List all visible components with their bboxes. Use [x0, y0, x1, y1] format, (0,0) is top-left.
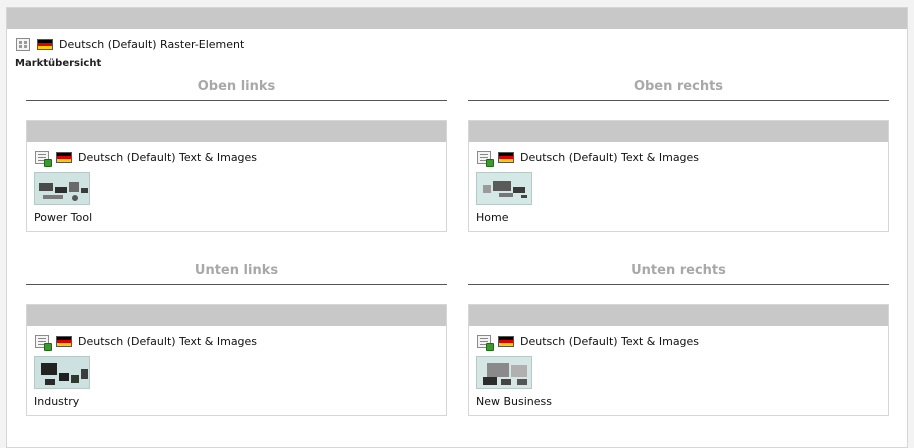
content-thumbnail[interactable]: [476, 172, 532, 205]
language-label: Deutsch (Default) Text & Images: [520, 151, 700, 164]
page-text-image-icon[interactable]: [477, 335, 494, 351]
flag-de-icon: [37, 38, 53, 50]
page-text-image-icon[interactable]: [35, 151, 52, 167]
column-oben-rechts: Oben rechts: [468, 77, 889, 101]
grid-element-row[interactable]: Deutsch (Default) Raster-Element: [16, 37, 244, 51]
language-label: Deutsch (Default) Text & Images: [78, 335, 258, 348]
content-header-bar: [469, 121, 888, 142]
flag-de-icon: [498, 152, 514, 163]
flag-de-icon: [56, 152, 72, 163]
content-element-row[interactable]: Deutsch (Default) Text & Images: [35, 335, 258, 351]
content-box-oben-links: Deutsch (Default) Text & Images Power To…: [26, 120, 447, 232]
page-text-image-icon[interactable]: [35, 335, 52, 351]
panel-header-bar: [7, 8, 907, 29]
language-label: Deutsch (Default) Raster-Element: [59, 37, 245, 51]
thumbnail-caption: Power Tool: [34, 211, 93, 224]
column-oben-links: Oben links: [26, 77, 447, 101]
content-header-bar: [27, 305, 446, 326]
column-unten-links: Unten links: [26, 261, 447, 285]
content-header-bar: [469, 305, 888, 326]
column-heading: Oben rechts: [633, 79, 724, 94]
language-label: Deutsch (Default) Text & Images: [520, 335, 700, 348]
column-divider: [26, 284, 447, 285]
flag-de-icon: [498, 336, 514, 347]
page-text-image-icon[interactable]: [477, 151, 494, 167]
column-unten-rechts: Unten rechts: [468, 261, 889, 285]
column-heading: Oben links: [197, 79, 276, 94]
content-element-row[interactable]: Deutsch (Default) Text & Images: [477, 335, 700, 351]
content-box-oben-rechts: Deutsch (Default) Text & Images Home: [468, 120, 889, 232]
content-element-row[interactable]: Deutsch (Default) Text & Images: [35, 151, 258, 167]
element-title: Marktübersicht: [15, 58, 102, 69]
content-thumbnail[interactable]: [34, 356, 90, 389]
column-heading: Unten rechts: [631, 263, 726, 278]
content-header-bar: [27, 121, 446, 142]
column-divider: [26, 100, 447, 101]
thumbnail-caption: Industry: [34, 395, 80, 408]
content-thumbnail[interactable]: [476, 356, 532, 389]
column-divider: [468, 284, 889, 285]
content-element-row[interactable]: Deutsch (Default) Text & Images: [477, 151, 700, 167]
page-grid-icon[interactable]: [16, 37, 30, 51]
column-divider: [468, 100, 889, 101]
language-label: Deutsch (Default) Text & Images: [78, 151, 258, 164]
content-box-unten-links: Deutsch (Default) Text & Images Industry: [26, 304, 447, 416]
column-heading: Unten links: [194, 263, 279, 278]
thumbnail-caption: Home: [476, 211, 509, 224]
flag-de-icon: [56, 336, 72, 347]
thumbnail-caption: New Business: [476, 395, 552, 408]
content-thumbnail[interactable]: [34, 172, 90, 205]
content-box-unten-rechts: Deutsch (Default) Text & Images New Busi…: [468, 304, 889, 416]
